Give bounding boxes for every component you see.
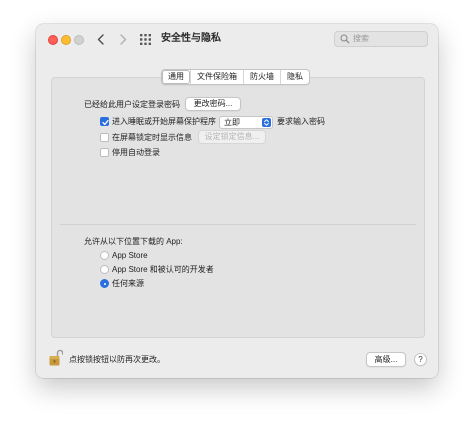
tab-general[interactable]: 通用 <box>162 70 190 84</box>
lock-message-label: 在屏幕锁定时显示信息 <box>112 133 192 142</box>
radio-anywhere[interactable] <box>100 279 109 288</box>
tab-bar: 通用 文件保险箱 防火墙 隐私 <box>161 69 310 85</box>
require-password-label: 进入睡眠或开始屏幕保护程序 <box>112 117 216 126</box>
checkmark-icon <box>102 119 109 126</box>
zoom-window-button[interactable] <box>74 35 84 45</box>
radio-app-store-label: App Store <box>112 251 148 260</box>
change-password-button[interactable]: 更改密码... <box>185 97 241 111</box>
require-password-checkbox[interactable] <box>100 117 109 126</box>
preferences-window: 安全性与隐私 搜索 通用 文件保险箱 防火墙 隐私 已经给此用户设定登录密码 更… <box>36 24 438 378</box>
close-window-button[interactable] <box>48 35 58 45</box>
select-arrows-icon <box>262 118 271 127</box>
grid-icon[interactable] <box>140 34 151 45</box>
lock-hint-text: 点按锁按钮以防再次更改。 <box>69 355 165 364</box>
password-set-label: 已经给此用户设定登录密码 <box>84 100 180 109</box>
require-password-delay-select[interactable]: 立即 <box>219 116 273 129</box>
disable-auto-login-checkbox[interactable] <box>100 148 109 157</box>
tab-filevault[interactable]: 文件保险箱 <box>190 70 243 84</box>
advanced-button[interactable]: 高级... <box>366 352 406 367</box>
lock-message-checkbox[interactable] <box>100 133 109 142</box>
disable-auto-login-label: 停用自动登录 <box>112 148 160 157</box>
radio-app-store-identified-label: App Store 和被认可的开发者 <box>112 265 214 274</box>
search-field[interactable]: 搜索 <box>334 31 428 47</box>
radio-anywhere-label: 任何来源 <box>112 279 144 288</box>
back-chevron-icon <box>97 33 104 45</box>
search-icon <box>340 34 350 44</box>
tab-privacy[interactable]: 隐私 <box>280 70 309 84</box>
forward-chevron-icon <box>119 33 126 45</box>
radio-app-store-identified[interactable] <box>100 265 109 274</box>
require-password-delay-value: 立即 <box>224 118 240 127</box>
require-password-suffix: 要求输入密码 <box>277 117 325 126</box>
radio-app-store[interactable] <box>100 251 109 260</box>
section-divider <box>60 224 416 225</box>
back-button[interactable] <box>93 31 107 47</box>
downloads-heading: 允许从以下位置下载的 App: <box>84 237 183 246</box>
tab-firewall[interactable]: 防火墙 <box>243 70 280 84</box>
window-title: 安全性与隐私 <box>161 33 221 44</box>
set-lock-message-button[interactable]: 设定锁定信息... <box>198 130 266 144</box>
help-button[interactable]: ? <box>414 353 427 366</box>
forward-button[interactable] <box>116 31 130 47</box>
unlocked-padlock-icon[interactable] <box>49 349 63 366</box>
minimize-window-button[interactable] <box>61 35 71 45</box>
search-placeholder: 搜索 <box>353 34 369 43</box>
title-bar: 安全性与隐私 搜索 <box>36 24 438 54</box>
